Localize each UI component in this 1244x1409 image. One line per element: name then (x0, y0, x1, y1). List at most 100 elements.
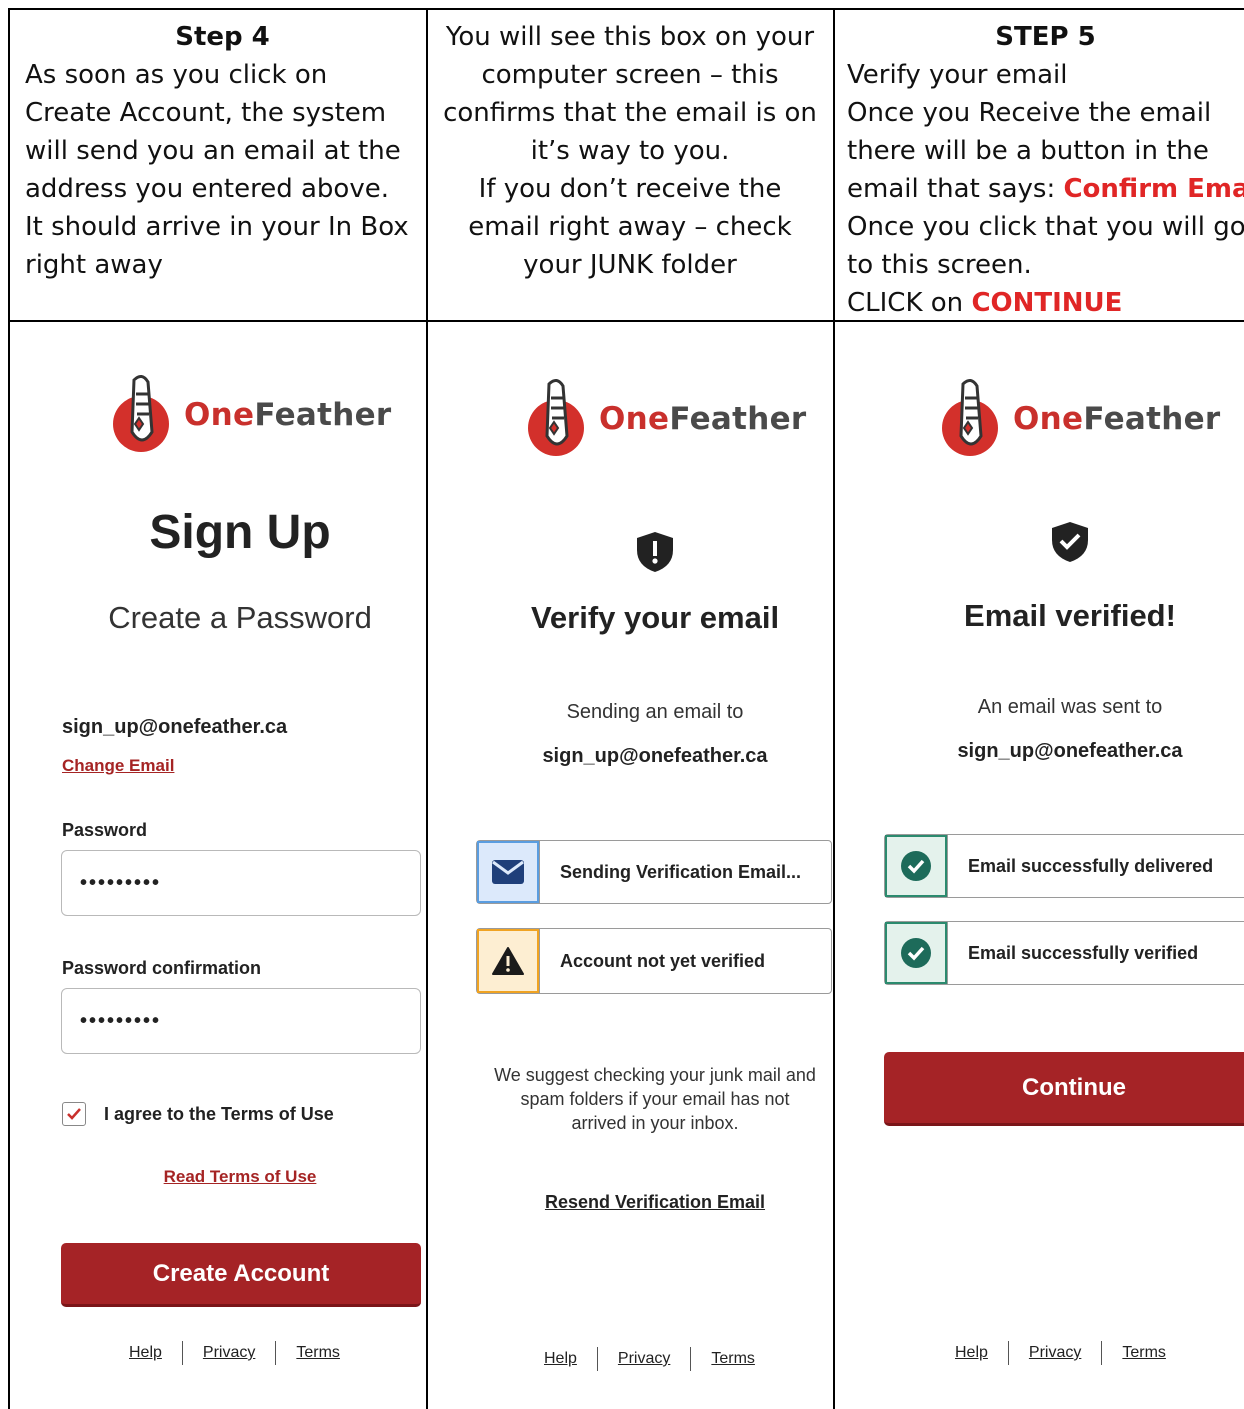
step4-heading: Step 4 (175, 22, 270, 52)
middle-line: computer screen – this (481, 60, 779, 90)
signup-footer: Help Privacy Terms (129, 1341, 340, 1365)
password-input[interactable]: ••••••••• (61, 850, 421, 916)
help-link[interactable]: Help (544, 1350, 577, 1368)
step5-line: there will be a button in the (847, 136, 1209, 166)
step4-line: will send you an email at the (25, 136, 401, 166)
table-top-border (8, 8, 1244, 10)
middle-line: You will see this box on your (445, 22, 815, 52)
step4-line: right away (25, 250, 163, 280)
middle-line: If you don’t receive the (478, 174, 782, 204)
terms-link[interactable]: Terms (711, 1350, 755, 1368)
status-icon-box (885, 835, 947, 897)
middle-line: it’s way to you. (530, 136, 730, 166)
signup-subtitle: Create a Password (108, 600, 372, 635)
suggest-line: spam folders if your email has not (520, 1089, 790, 1109)
envelope-icon (492, 860, 524, 884)
help-link[interactable]: Help (955, 1344, 988, 1362)
verified-footer: Help Privacy Terms (955, 1341, 1166, 1365)
onefeather-logo: OneFeather (112, 374, 392, 456)
step4-line: address you entered above. (25, 174, 389, 204)
terms-link[interactable]: Terms (1122, 1344, 1166, 1362)
terms-agree-label: I agree to the Terms of Use (104, 1104, 334, 1124)
confirm-email-highlight: Confirm Email (1063, 174, 1244, 204)
logo-feather: Feather (1083, 401, 1221, 437)
step5-line: CLICK on CONTINUE (847, 284, 1244, 322)
junk-mail-suggestion: We suggest checking your junk mail and s… (470, 1063, 840, 1135)
terms-checkbox[interactable] (62, 1102, 86, 1126)
resend-verification-link[interactable]: Resend Verification Email (430, 1192, 880, 1213)
step5-line: Once you Receive the email (847, 98, 1212, 128)
logo-feather: Feather (669, 401, 807, 437)
logo-text: OneFeather (599, 401, 807, 437)
status-verified: Email successfully verified (884, 921, 1244, 985)
middle-line: email right away – check (468, 212, 792, 242)
status-text: Account not yet verified (539, 929, 831, 993)
create-account-button[interactable]: Create Account (61, 1243, 421, 1307)
logo-feather-icon (528, 379, 584, 456)
continue-button[interactable]: Continue (884, 1052, 1244, 1126)
status-icon-box (477, 929, 539, 993)
privacy-link[interactable]: Privacy (618, 1350, 670, 1368)
status-text: Email successfully delivered (947, 835, 1244, 897)
step4-line: It should arrive in your In Box (25, 212, 409, 242)
password-confirmation-input[interactable]: ••••••••• (61, 988, 421, 1054)
verify-footer: Help Privacy Terms (544, 1347, 755, 1371)
logo-feather-icon (113, 375, 169, 452)
status-icon-box (477, 841, 539, 903)
check-circle-icon (901, 851, 931, 881)
onefeather-logo: OneFeather (527, 378, 807, 460)
middle-line: your JUNK folder (523, 250, 737, 280)
step5-instructions: STEP 5 Verify your email Once you Receiv… (847, 18, 1244, 322)
step4-instructions: Step 4 As soon as you click on Create Ac… (25, 18, 420, 284)
step5-line: to this screen. (847, 250, 1032, 280)
middle-instructions: You will see this box on your computer s… (430, 18, 830, 284)
verified-title: Email verified! (964, 598, 1176, 633)
logo-one: One (1013, 401, 1084, 437)
terms-link[interactable]: Terms (296, 1344, 340, 1362)
status-delivered: Email successfully delivered (884, 834, 1244, 898)
step4-line: As soon as you click on (25, 60, 328, 90)
verify-email-address: sign_up@onefeather.ca (542, 745, 768, 767)
privacy-link[interactable]: Privacy (203, 1344, 255, 1362)
step5-line7-prefix: CLICK on (847, 288, 972, 318)
logo-one: One (184, 397, 255, 433)
signup-email: sign_up@onefeather.ca (62, 716, 288, 738)
status-icon-box (885, 922, 947, 984)
logo-feather: Feather (254, 397, 392, 433)
sent-to-text: An email was sent to (977, 696, 1163, 718)
footer-separator (690, 1347, 692, 1371)
onefeather-logo: OneFeather (941, 378, 1221, 460)
help-link[interactable]: Help (129, 1344, 162, 1362)
footer-separator (596, 1347, 598, 1371)
table-left-border (8, 8, 10, 1409)
read-terms-link[interactable]: Read Terms of Use (40, 1167, 440, 1187)
step5-line: Once you click that you will go (847, 212, 1244, 242)
warning-icon (492, 947, 524, 975)
middle-line: confirms that the email is on (443, 98, 817, 128)
verify-title: Verify your email (530, 600, 780, 635)
suggest-line: arrived in your inbox. (571, 1113, 739, 1133)
password-label: Password (62, 820, 148, 840)
checkbox-check-icon (67, 1108, 81, 1120)
password-confirmation-label: Password confirmation (62, 958, 262, 978)
suggest-line: We suggest checking your junk mail and (494, 1065, 816, 1085)
step4-line: Create Account, the system (25, 98, 387, 128)
shield-check-icon (1052, 522, 1088, 562)
logo-one: One (599, 401, 670, 437)
privacy-link[interactable]: Privacy (1029, 1344, 1081, 1362)
logo-text: OneFeather (1013, 401, 1221, 437)
check-circle-icon (901, 938, 931, 968)
signup-title: Sign Up (149, 506, 331, 559)
footer-separator (275, 1341, 277, 1365)
footer-separator (1101, 1341, 1103, 1365)
step5-line4-prefix: email that says: (847, 174, 1064, 204)
footer-separator (1007, 1341, 1009, 1365)
change-email-link[interactable]: Change Email (62, 756, 174, 776)
table-col-divider-1 (426, 8, 428, 1409)
step5-line: email that says: Confirm Email (847, 170, 1244, 208)
status-sending-email: Sending Verification Email... (476, 840, 832, 904)
verified-email-address: sign_up@onefeather.ca (957, 740, 1183, 762)
logo-feather-icon (942, 379, 998, 456)
status-text: Sending Verification Email... (539, 841, 831, 903)
status-text: Email successfully verified (947, 922, 1244, 984)
